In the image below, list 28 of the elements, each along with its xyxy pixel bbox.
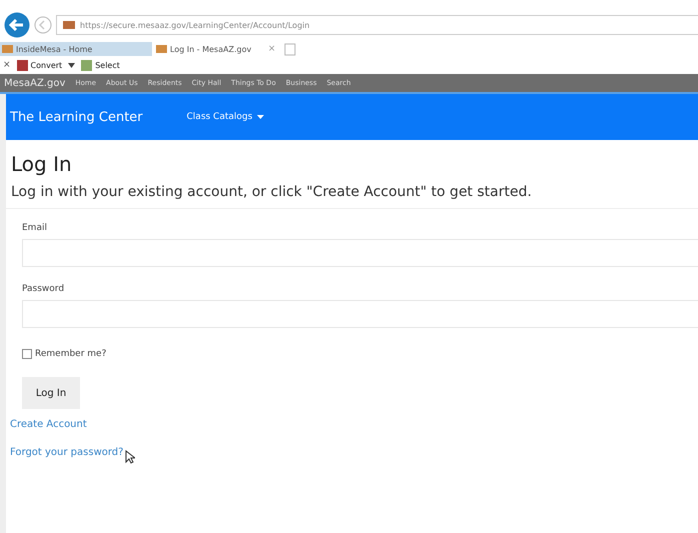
- toolbar-close-icon[interactable]: ×: [3, 60, 11, 70]
- toolbar-button[interactable]: Convert: [14, 60, 64, 70]
- page-subtitle: Log in with your existing account, or click "Create Account" to get started.: [11, 184, 533, 200]
- address-field[interactable]: https://secure.mesaaz.gov/LearningCenter/Account/Login: [56, 15, 698, 35]
- back-icon[interactable]: [4, 12, 30, 38]
- forward-icon[interactable]: [34, 16, 52, 34]
- checkbox-label: Remember me?: [35, 349, 106, 359]
- browser-tab[interactable]: InsideMesa - Home: [0, 42, 152, 56]
- favicon-icon: [156, 45, 167, 53]
- input-field[interactable]: [22, 300, 698, 328]
- checkbox[interactable]: [22, 349, 32, 359]
- caret-icon[interactable]: [68, 62, 76, 68]
- caret-icon: [257, 115, 264, 119]
- login-button[interactable]: Log In: [22, 377, 80, 409]
- new-tab-icon[interactable]: [284, 42, 296, 56]
- app-brand-link[interactable]: The Learning Center: [10, 110, 143, 124]
- favicon-icon: [2, 45, 13, 53]
- toolbar-button[interactable]: Select: [79, 60, 122, 70]
- cursor-icon: [125, 450, 136, 464]
- field-label: Email: [22, 223, 47, 233]
- tab-close-icon[interactable]: ×: [268, 44, 276, 54]
- input-field[interactable]: [22, 239, 698, 267]
- page-title: Log In: [11, 152, 73, 176]
- link[interactable]: Create Account: [10, 419, 87, 430]
- link[interactable]: Forgot your password?: [10, 447, 124, 458]
- site-brand-link[interactable]: MesaAZ.gov: [4, 78, 66, 88]
- catalog-menu[interactable]: Class Catalogs: [186, 112, 264, 122]
- field-label: Password: [22, 284, 64, 294]
